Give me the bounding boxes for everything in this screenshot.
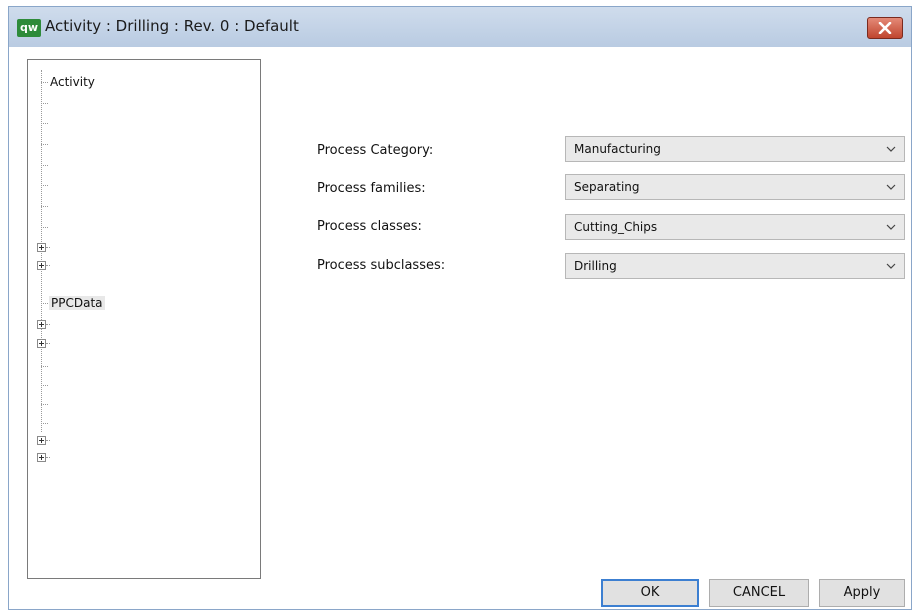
tree-expand-icon[interactable] [37,436,46,445]
process-subclasses-value: Drilling [574,259,617,273]
chevron-down-icon [886,184,896,190]
process-category-value: Manufacturing [574,142,661,156]
process-families-select[interactable]: Separating [565,174,905,200]
process-classes-value: Cutting_Chips [574,220,658,234]
tree-expand-icon[interactable] [37,261,46,270]
close-button[interactable] [867,17,903,39]
chevron-down-icon [886,224,896,230]
dialog-window: qw Activity : Drilling : Rev. 0 : Defaul… [8,6,912,610]
tree-expand-icon[interactable] [37,320,46,329]
tree-connector [46,343,50,344]
tree-item-ppcdata[interactable]: PPCData [49,296,105,310]
tree-expand-icon[interactable] [37,339,46,348]
tree-connector [46,440,50,441]
process-subclasses-label: Process subclasses: [317,258,446,273]
chevron-down-icon [886,146,896,152]
tree-view[interactable]: Activity PPCData [27,59,261,579]
app-logo-icon: qw [17,19,41,37]
process-families-label: Process families: [317,181,426,196]
process-category-label: Process Category: [317,143,434,158]
tree-connector [46,457,50,458]
process-families-value: Separating [574,180,640,194]
tree-connector [46,324,50,325]
tree-item-activity[interactable]: Activity [50,75,95,89]
title-bar[interactable]: qw Activity : Drilling : Rev. 0 : Defaul… [9,7,911,47]
process-category-select[interactable]: Manufacturing [565,136,905,162]
tree-connector [46,247,50,248]
tree-expand-icon[interactable] [37,453,46,462]
process-classes-label: Process classes: [317,219,422,234]
window-title: Activity : Drilling : Rev. 0 : Default [45,17,299,35]
process-classes-select[interactable]: Cutting_Chips [565,214,905,240]
dialog-client-area: Activity PPCData Process Category: Manuf… [9,47,911,609]
cancel-button[interactable]: CANCEL [709,579,809,607]
process-subclasses-select[interactable]: Drilling [565,253,905,279]
tree-connector [46,265,50,266]
ok-button[interactable]: OK [601,579,699,607]
tree-expand-icon[interactable] [37,243,46,252]
chevron-down-icon [886,263,896,269]
apply-button[interactable]: Apply [819,579,905,607]
close-icon [878,22,892,34]
